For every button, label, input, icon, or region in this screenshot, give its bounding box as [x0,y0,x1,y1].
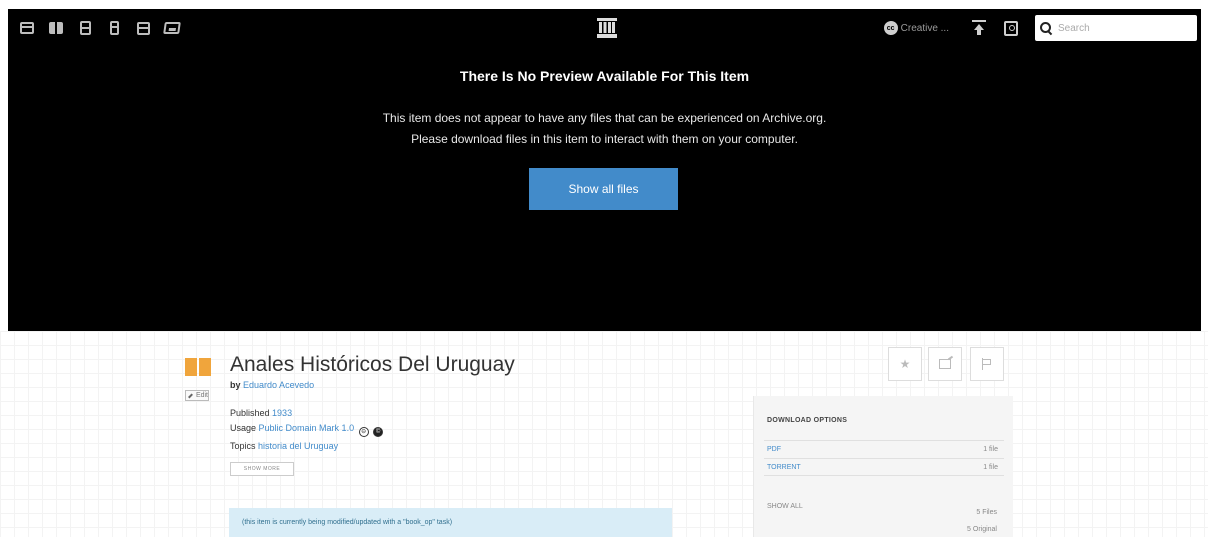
download-row-pdf: PDF 1 file [764,440,1004,458]
download-torrent-link[interactable]: TORRENT [764,464,801,471]
usage-row: Usage Public Domain Mark 1.0 ⊖ © [230,423,384,437]
flag-icon [982,358,992,370]
audio-icon[interactable] [100,14,128,42]
preview-message-line2: Please download files in this item to in… [411,132,798,146]
published-label: Published [230,408,270,418]
preview-title: There Is No Preview Available For This I… [459,68,750,84]
software-icon[interactable] [129,14,157,42]
download-options-title: DOWNLOAD OPTIONS [767,417,848,424]
download-options-panel: DOWNLOAD OPTIONS PDF 1 file TORRENT 1 fi… [753,396,1013,537]
download-pdf-link[interactable]: PDF [764,446,781,453]
download-pdf-count: 1 file [983,446,998,453]
video-icon[interactable] [71,14,99,42]
preview-message-line1: This item does not appear to have any fi… [382,111,827,125]
by-label: by [230,380,241,390]
edit-label: Edit [195,392,208,399]
creative-commons-icon: cc [883,21,898,35]
usage-link[interactable]: Public Domain Mark 1.0 [259,423,355,433]
media-type-nav [13,14,187,42]
flag-button[interactable] [970,347,1004,381]
favorite-button[interactable]: ★ [888,347,922,381]
texts-item-icon [185,358,211,376]
license-link[interactable]: cc Creative ... [883,21,949,35]
star-icon: ★ [899,357,911,371]
item-details: Edit Anales Históricos Del Uruguay by Ed… [0,331,1208,537]
download-row-torrent: TORRENT 1 file [764,458,1004,476]
task-notice: (this item is currently being modified/u… [229,508,672,537]
search-box[interactable] [1035,15,1197,41]
search-input[interactable] [1058,22,1188,34]
original-files-count: 5 Original [967,526,997,533]
upload-button[interactable] [965,14,993,42]
published-row: Published 1933 [230,408,292,418]
web-icon[interactable] [13,14,41,42]
show-all-files-button[interactable]: Show all files [529,168,678,210]
share-icon [939,359,951,369]
show-more-button[interactable]: SHOW MORE [230,462,294,476]
topics-label: Topics [230,441,256,451]
sign-in-icon [1004,20,1018,36]
total-files-count: 5 Files [976,509,997,516]
top-nav-bar: cc Creative ... [8,9,1201,47]
topics-row: Topics historia del Uruguay [230,441,338,451]
published-link[interactable]: 1933 [272,408,292,418]
usage-label: Usage [230,423,257,433]
author-link[interactable]: Eduardo Acevedo [243,380,314,390]
images-icon[interactable] [158,14,186,42]
item-byline: by Eduardo Acevedo [230,380,314,390]
share-button[interactable] [928,347,962,381]
search-icon [1040,22,1052,34]
public-domain-icon: © [373,427,384,437]
upload-icon [972,20,986,36]
show-all-files-link[interactable]: SHOW ALL [767,503,803,510]
pencil-icon [188,393,193,398]
item-title: Anales Históricos Del Uruguay [230,353,515,376]
texts-icon[interactable] [42,14,70,42]
preview-theater: There Is No Preview Available For This I… [8,47,1201,331]
topics-link[interactable]: historia del Uruguay [258,441,338,451]
user-tools: cc Creative ... [883,9,1197,47]
download-torrent-count: 1 file [983,463,998,471]
edit-button[interactable]: Edit [185,390,209,401]
public-domain-zero-icon: ⊖ [358,427,369,437]
archive-building-icon[interactable] [596,17,618,39]
sign-in-button[interactable] [997,14,1025,42]
license-label: Creative ... [900,22,949,34]
